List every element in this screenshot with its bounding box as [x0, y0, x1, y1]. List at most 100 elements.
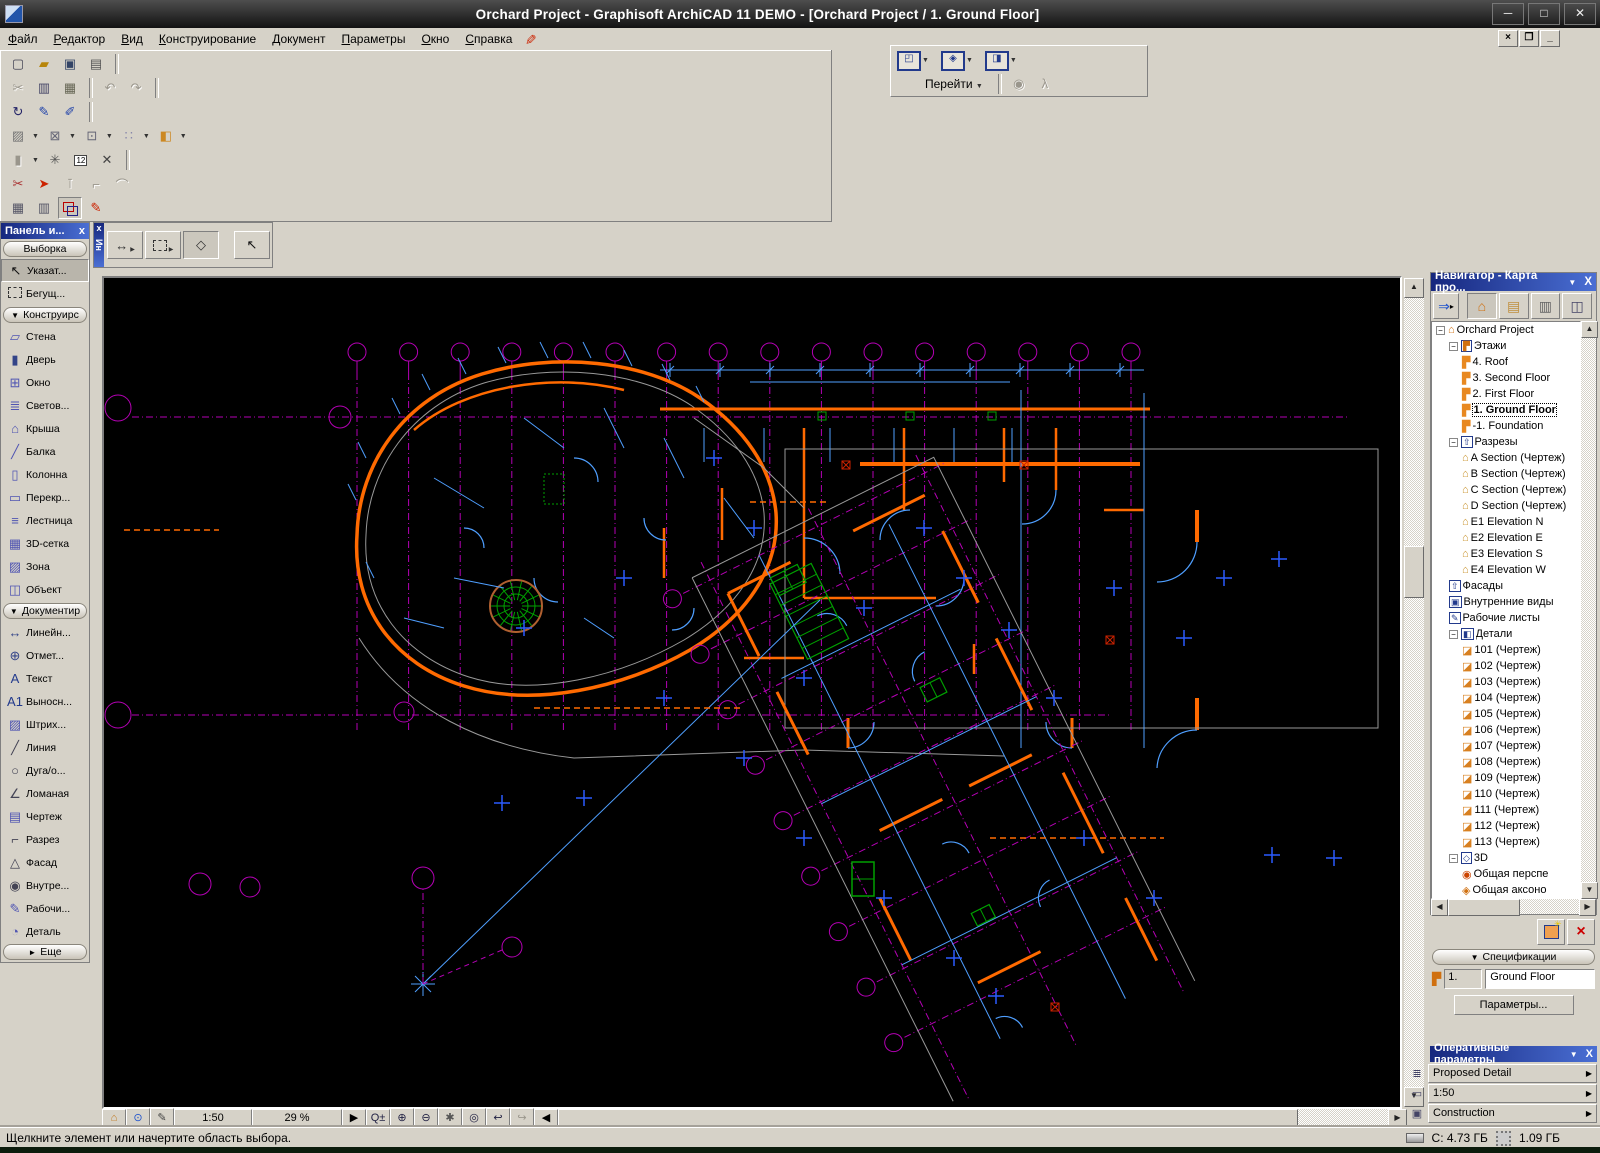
tree-item[interactable]: ◪ 107 (Чертеж)	[1432, 738, 1580, 754]
tree-item[interactable]: ◪ 106 (Чертеж)	[1432, 722, 1580, 738]
menu-окно[interactable]: Окно	[413, 30, 457, 48]
tree-item[interactable]: ◪ 105 (Чертеж)	[1432, 706, 1580, 722]
tool-label-tool[interactable]: A1 Выносн...	[1, 690, 89, 713]
expand-collapse-icon[interactable]: −	[1436, 325, 1445, 335]
story-name-field[interactable]: Ground Floor	[1485, 969, 1595, 989]
group-elements-button[interactable]: ▦	[6, 197, 30, 219]
walk-through-button[interactable]: λ	[1032, 72, 1057, 95]
layer-combination-selector[interactable]: Proposed Detail ▶	[1428, 1063, 1597, 1083]
canvas-horizontal-scrollbar[interactable]: ▶	[558, 1109, 1407, 1128]
dropdown-arrow-icon[interactable]: ▼	[143, 133, 150, 140]
expand-collapse-icon[interactable]: −	[1449, 853, 1458, 863]
fillet-button[interactable]: ⌒	[110, 173, 134, 195]
delete-viewpoint-button[interactable]: ×	[1567, 919, 1595, 945]
scroll-down-icon[interactable]: ▼	[1581, 882, 1598, 899]
tool-mesh-tool[interactable]: ▦ 3D-сетка	[1, 532, 89, 555]
floor-plan-view-icon[interactable]: ◰	[897, 50, 921, 71]
canvas-vertical-scrollbar[interactable]: ▲ ▼	[1404, 278, 1424, 1107]
trim-button[interactable]: ✂	[6, 173, 30, 195]
scrollbar-thumb[interactable]	[1404, 546, 1424, 598]
tree-item[interactable]: ▛ -1. Foundation	[1432, 418, 1580, 434]
close-button[interactable]: ✕	[1564, 3, 1596, 25]
menu-справка[interactable]: Справка	[457, 30, 520, 48]
floor-plan-canvas[interactable]	[102, 276, 1402, 1109]
tree-vertical-scrollbar[interactable]: ▲ ▼	[1581, 321, 1598, 899]
tree-item[interactable]: ◪ 101 (Чертеж)	[1432, 642, 1580, 658]
inject-parameters-button[interactable]: ✐	[58, 101, 82, 123]
dropdown-arrow-icon[interactable]: ▼	[32, 133, 39, 140]
gravity-button[interactable]: ▨	[6, 125, 30, 147]
tool-window-tool[interactable]: ⊞ Окно	[1, 371, 89, 394]
tool-marquee-tool[interactable]: Бегущ...	[1, 282, 89, 305]
adjust-button[interactable]: ⊺	[58, 173, 82, 195]
lock-elements-button[interactable]: ▥	[32, 197, 56, 219]
tree-item[interactable]: − ◇ 3D	[1432, 850, 1580, 866]
layout-view-button[interactable]: ◨ ▼	[984, 50, 1021, 71]
toolbox-close-icon[interactable]: x	[75, 225, 89, 237]
previous-zoom-button[interactable]: ↩	[486, 1108, 510, 1127]
floor-plan-drawing[interactable]	[104, 278, 1400, 1107]
pen-set-selector[interactable]: Construction ▶	[1428, 1103, 1597, 1123]
tree-item[interactable]: ◪ 110 (Чертеж)	[1432, 786, 1580, 802]
tree-item[interactable]: ▛ 1. Ground Floor	[1432, 402, 1580, 418]
dropdown-arrow-icon[interactable]: ▼	[180, 133, 187, 140]
parameters-button[interactable]: Параметры...	[1453, 995, 1574, 1015]
zoom-in-button[interactable]: ⊕	[390, 1108, 414, 1127]
project-map-tree[interactable]: − ⌂ Orchard Project − ▛ Этажи ▛ 4. Roof ▛ 3. Seco…	[1431, 321, 1581, 899]
publisher-sets-button[interactable]: ◫	[1562, 293, 1592, 319]
project-map-button[interactable]: ⌂	[1467, 293, 1497, 319]
zoom-level-button[interactable]: 29 %	[252, 1108, 342, 1127]
tree-item[interactable]: − ◧ Детали	[1432, 626, 1580, 642]
mini-toolbar-title-bar[interactable]: x Ин	[94, 223, 104, 267]
dropdown-arrow-icon[interactable]: ▼	[106, 133, 113, 140]
goto-button[interactable]: Перейти ▼	[919, 76, 993, 92]
tree-item[interactable]: ◪ 111 (Чертеж)	[1432, 802, 1580, 818]
save-button[interactable]: ▣	[58, 53, 82, 75]
palette-section-2[interactable]: ▼ Документир	[3, 603, 87, 619]
pick-up-parameters-button[interactable]: ✎	[32, 101, 56, 123]
scale-selector[interactable]: 1:50 ▶	[1428, 1083, 1597, 1103]
tree-item[interactable]: ⌂ E2 Elevation E	[1432, 530, 1580, 546]
dropdown-arrow-icon[interactable]: ▼	[32, 157, 39, 164]
scroll-up-icon[interactable]: ▲	[1581, 321, 1598, 338]
highlight-pencil-icon[interactable]: ✎	[522, 33, 539, 45]
expand-right-icon[interactable]: ▶	[342, 1108, 366, 1127]
quick-options-menu-icon[interactable]: ▼	[1566, 1050, 1582, 1059]
pen-preview-button[interactable]: ✎	[150, 1108, 174, 1127]
scroll-up-icon[interactable]: ▲	[1404, 278, 1424, 298]
tree-item[interactable]: ◪ 102 (Чертеж)	[1432, 658, 1580, 674]
print-button[interactable]: ▤	[84, 53, 108, 75]
scroll-right-icon[interactable]: ▶	[1579, 899, 1596, 916]
tool-beam-tool[interactable]: ╱ Балка	[1, 440, 89, 463]
tree-item[interactable]: ⌂ E4 Elevation W	[1432, 562, 1580, 578]
rotate-mode-button[interactable]: ◇	[183, 231, 219, 259]
tree-item[interactable]: ⌂ E1 Elevation N	[1432, 514, 1580, 530]
tree-item[interactable]: ⌂ D Section (Чертеж)	[1432, 498, 1580, 514]
next-zoom-button[interactable]: ↪	[510, 1108, 534, 1127]
tree-item[interactable]: − ⇧ Разрезы	[1432, 434, 1580, 450]
marquee-frame-button[interactable]	[58, 197, 82, 219]
measure-button[interactable]: 12	[68, 149, 93, 171]
tree-item[interactable]: ▛ 3. Second Floor	[1432, 370, 1580, 386]
scrollbar-thumb[interactable]	[558, 1109, 1298, 1126]
menu-документ[interactable]: Документ	[264, 30, 333, 48]
drag-mode-button[interactable]: ↔ ▶	[107, 231, 143, 259]
tool-wall-tool[interactable]: ▱ Стена	[1, 325, 89, 348]
tool-text-tool[interactable]: A Текст	[1, 667, 89, 690]
scrollbar-thumb[interactable]	[1448, 899, 1520, 916]
paste-button[interactable]: ▦	[58, 77, 82, 99]
tree-item[interactable]: ⌂ E3 Elevation S	[1432, 546, 1580, 562]
tool-column-tool[interactable]: ▯ Колонна	[1, 463, 89, 486]
toolbox-title-bar[interactable]: Панель и... x	[1, 223, 89, 239]
navigator-menu-icon[interactable]: ▼	[1564, 278, 1580, 287]
guide-lines-button[interactable]: ⊠	[42, 125, 67, 147]
tool-dimension-tool[interactable]: ↔ Линейн...	[1, 621, 89, 644]
tool-section-tool[interactable]: ⌐ Разрез	[1, 828, 89, 851]
tree-item[interactable]: ◪ 103 (Чертеж)	[1432, 674, 1580, 690]
tool-pointer-tool[interactable]: ↖ Указат...	[1, 259, 89, 282]
tree-item[interactable]: − ▛ Этажи	[1432, 338, 1580, 354]
cut-button[interactable]: ✂	[6, 77, 30, 99]
element-settings-button[interactable]: ✳	[42, 149, 67, 171]
tree-item[interactable]: ◈ Общая аксоно	[1432, 882, 1580, 898]
tool-stair-tool[interactable]: ≡ Лестница	[1, 509, 89, 532]
